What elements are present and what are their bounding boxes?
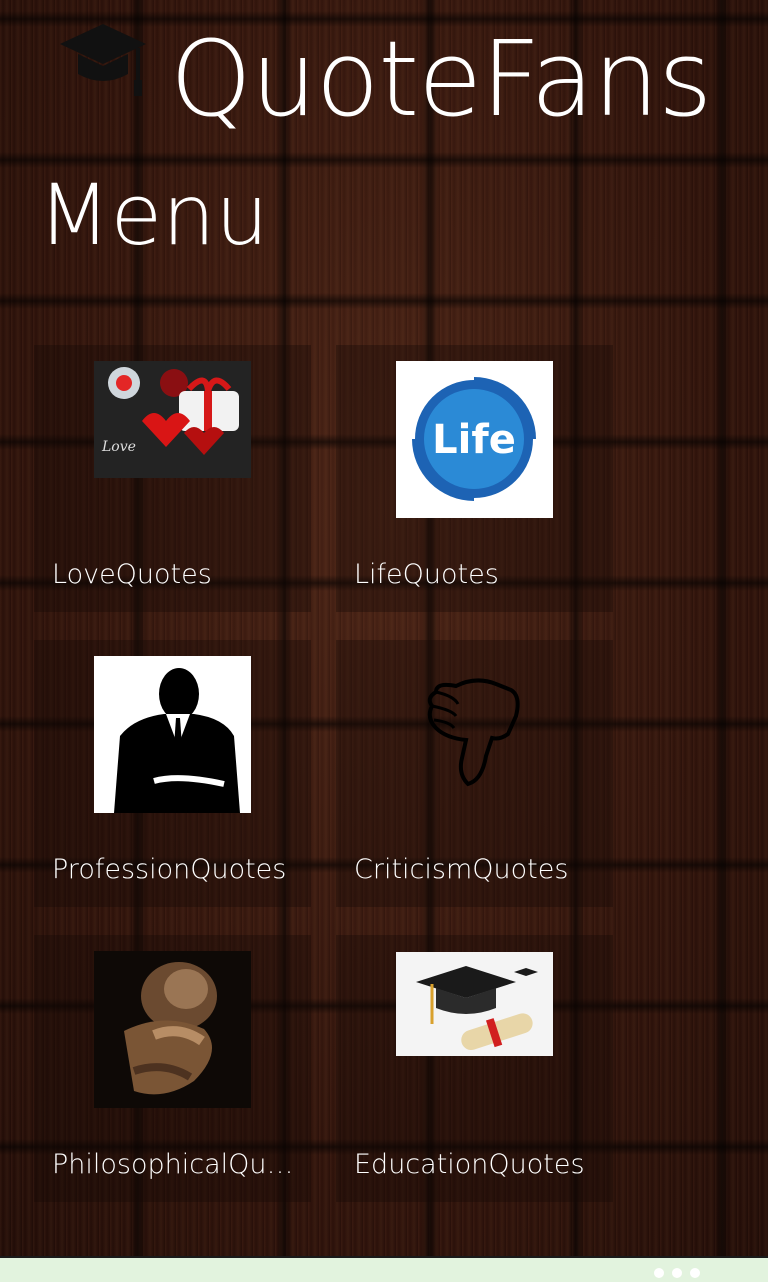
graduation-cap-icon [58,22,148,100]
tile-label: LoveQuotes [52,559,212,590]
tile-label: LifeQuotes [354,559,499,590]
dot [654,1268,664,1278]
svg-text:Life: Life [432,417,516,463]
app-header: QuoteFans [0,0,768,150]
tile-profession-quotes[interactable]: ProfessionQuotes [34,640,311,907]
dot [690,1268,700,1278]
tile-label: PhilosophicalQuot.. [52,1149,302,1180]
life-logo-image: Life [396,361,553,518]
tile-label: ProfessionQuotes [52,854,287,885]
tile-label: EducationQuotes [354,1149,585,1180]
businessman-silhouette-image [94,656,251,813]
tile-philosophical-quotes[interactable]: PhilosophicalQuot.. [34,935,311,1202]
love-gift-image: Love [94,361,251,518]
svg-text:Love: Love [101,439,136,455]
tile-label: CriticismQuotes [354,854,569,885]
graduation-cap-diploma-image [396,951,553,1108]
tile-education-quotes[interactable]: EducationQuotes [336,935,613,1202]
more-dots-icon[interactable] [654,1268,700,1278]
thinker-statue-image [94,951,251,1108]
app-bar [0,1256,768,1282]
tile-life-quotes[interactable]: Life LifeQuotes [336,345,613,612]
dot [672,1268,682,1278]
tile-criticism-quotes[interactable]: CriticismQuotes [336,640,613,907]
thumbs-down-icon [396,656,553,813]
tile-love-quotes[interactable]: Love LoveQuotes [34,345,311,612]
page-title: Menu [38,166,269,264]
app-title: QuoteFans [170,18,712,140]
